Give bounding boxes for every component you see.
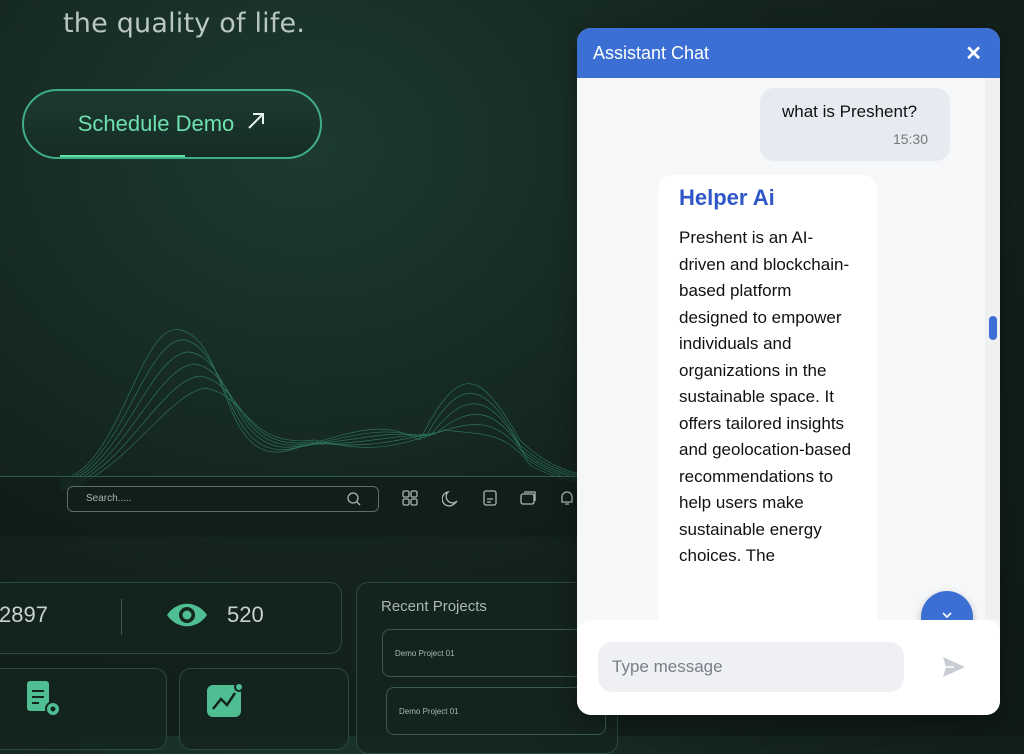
chat-messages[interactable]: what is Preshent? 15:30 Helper Ai Preshe… [577, 78, 985, 620]
send-icon[interactable] [941, 655, 967, 684]
document-settings-icon [25, 679, 65, 724]
message-input[interactable] [598, 642, 904, 692]
message-timestamp: 15:30 [892, 131, 928, 147]
schedule-demo-button[interactable]: Schedule Demo [22, 89, 322, 159]
bot-message-text: Preshent is an AI-driven and blockchain-… [679, 228, 852, 565]
schedule-demo-label: Schedule Demo [77, 111, 235, 136]
user-message-bubble: what is Preshent? 15:30 [760, 88, 950, 161]
grid-icon[interactable] [401, 489, 419, 512]
scrollbar-thumb[interactable] [989, 316, 997, 340]
search-placeholder: Search..... [86, 493, 132, 504]
moon-icon[interactable] [441, 489, 460, 512]
chat-header: Assistant Chat ✕ [577, 28, 1000, 78]
chevron-down-icon [940, 608, 954, 621]
divider [121, 599, 122, 635]
chat-scrollbar[interactable] [985, 78, 1000, 620]
bot-message-bubble: Helper Ai Preshent is an AI-driven and b… [658, 175, 877, 620]
bell-icon[interactable] [558, 489, 576, 512]
close-icon[interactable]: ✕ [965, 41, 982, 66]
arrow-up-right-icon [246, 111, 266, 137]
chat-composer [577, 620, 1000, 715]
stats-card: 2897 520 [0, 582, 342, 654]
search-icon [346, 491, 362, 517]
project-item[interactable]: Demo Project 01 [386, 687, 606, 735]
user-message-text: what is Preshent? [782, 102, 918, 121]
chat-title: Assistant Chat [593, 42, 710, 63]
assistant-chat-panel: Assistant Chat ✕ what is Preshent? 15:30… [577, 28, 1000, 715]
views-count: 520 [227, 602, 264, 627]
bot-name: Helper Ai [679, 185, 775, 210]
project-name: Demo Project 01 [395, 649, 455, 658]
scroll-down-button[interactable] [921, 591, 973, 620]
button-highlight [60, 155, 185, 157]
eye-icon [165, 600, 209, 635]
recent-projects-title: Recent Projects [381, 598, 487, 615]
dashboard-search-input[interactable]: Search..... [67, 486, 379, 512]
project-name: Demo Project 01 [399, 707, 459, 716]
reports-card[interactable] [0, 668, 167, 750]
cards-icon[interactable] [519, 489, 537, 512]
wave-decoration [60, 329, 600, 491]
project-item[interactable]: Demo Project 01 [382, 629, 602, 677]
hero-tagline: the quality of life. [63, 8, 306, 39]
analytics-card[interactable] [179, 668, 349, 750]
document-icon[interactable] [481, 489, 499, 512]
chart-icon [205, 681, 245, 726]
stat-value: 2897 [0, 602, 48, 627]
